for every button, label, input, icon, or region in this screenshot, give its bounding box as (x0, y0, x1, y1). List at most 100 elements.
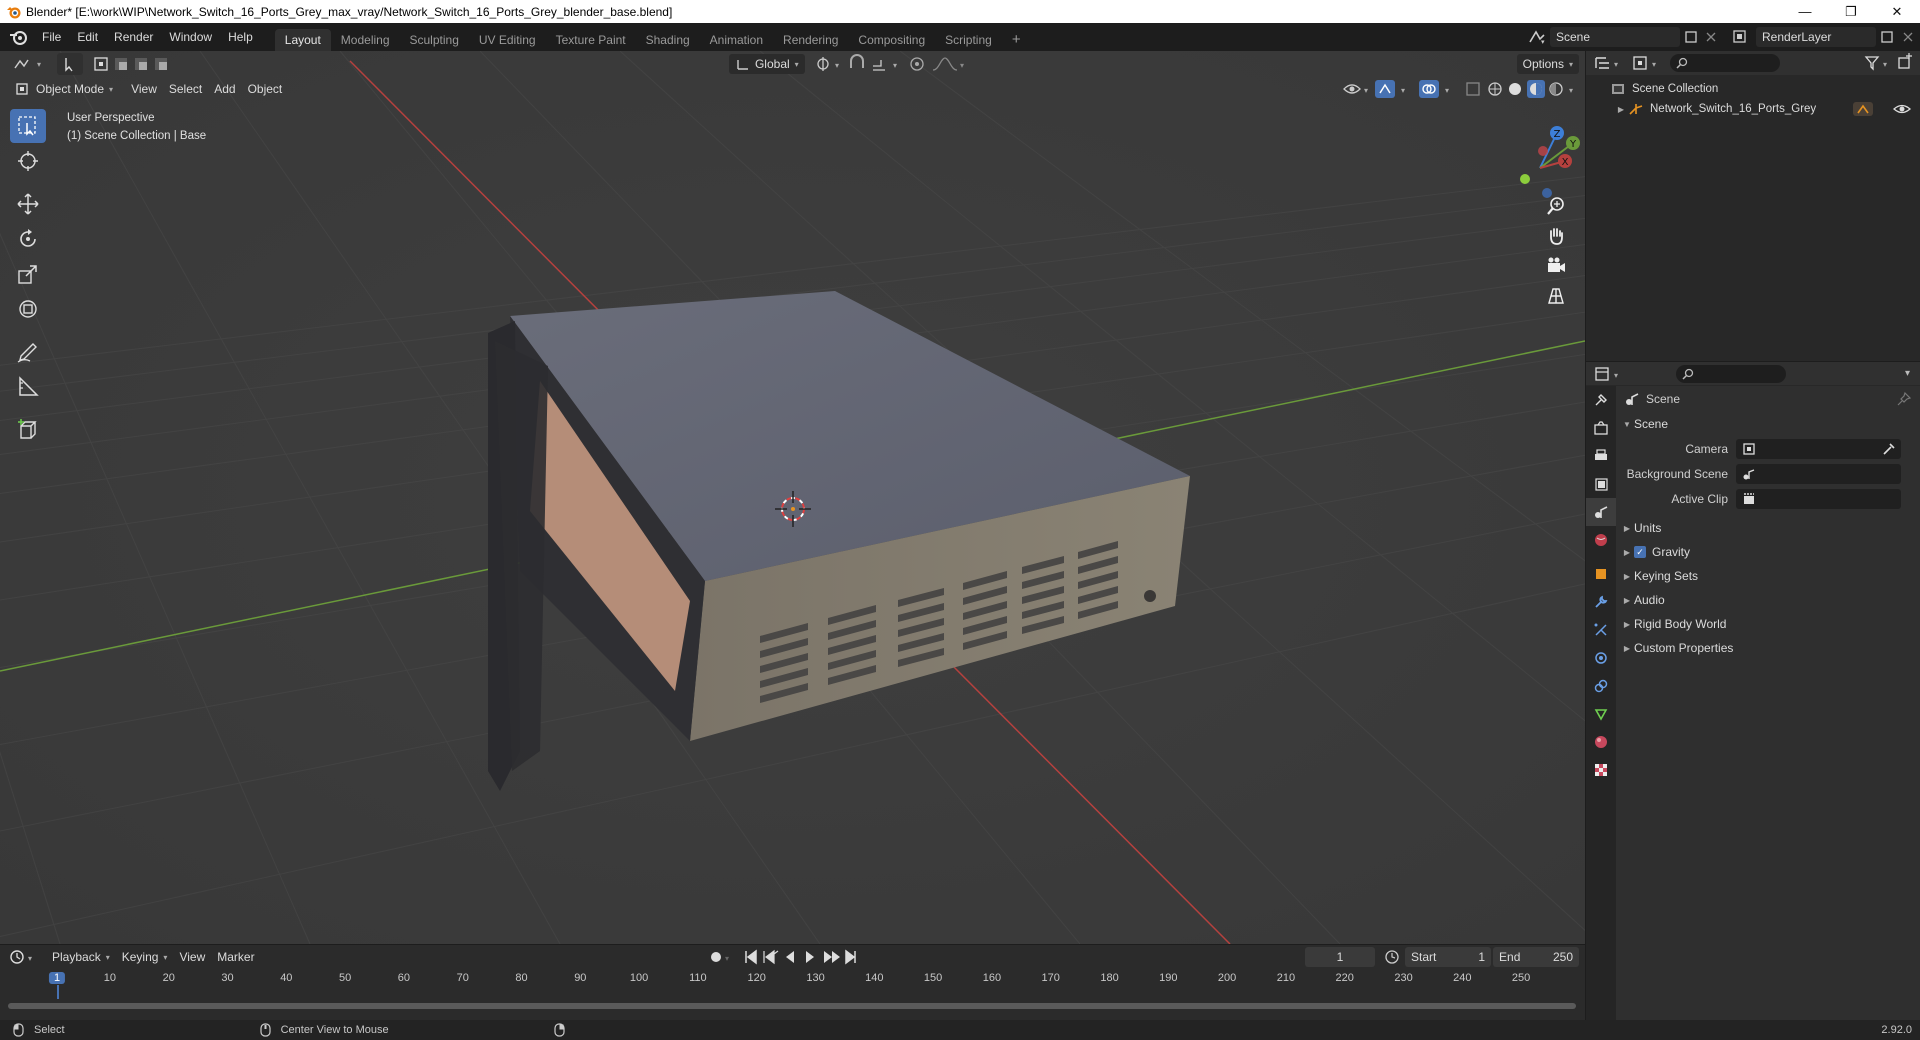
camera-view-button[interactable] (1541, 251, 1571, 281)
scene-panel-header[interactable]: ▼ Scene (1616, 412, 1920, 436)
rigid-body-world-panel[interactable]: ▶ Rigid Body World (1620, 612, 1920, 636)
shading-modes-icon[interactable]: ▾ (1485, 79, 1585, 99)
overlays-toggle-icon[interactable]: ▾ (1417, 79, 1461, 99)
gravity-checkbox[interactable]: ✓ (1634, 546, 1646, 558)
filter-icon[interactable]: ▾ (1862, 53, 1894, 73)
outliner-editor-icon[interactable]: ▾ (1592, 53, 1626, 73)
tab-scene[interactable] (1586, 498, 1616, 526)
add-cube-tool[interactable] (10, 413, 46, 447)
tab-layout[interactable]: Layout (274, 29, 331, 51)
viewport-scene[interactable] (0, 51, 1585, 944)
select-tool-mode-icon[interactable] (57, 53, 84, 75)
tab-particles[interactable] (1586, 616, 1616, 644)
active-clip-field[interactable] (1736, 489, 1901, 509)
transform-tool[interactable] (10, 292, 46, 326)
select-box-tool[interactable] (10, 109, 46, 143)
tab-compositing[interactable]: Compositing (848, 29, 935, 51)
tab-object[interactable] (1586, 560, 1616, 588)
pin-icon[interactable] (1896, 391, 1912, 407)
tab-data[interactable] (1586, 700, 1616, 728)
navigation-gizmo[interactable]: Z Y X (1495, 113, 1585, 203)
scene-collection-row[interactable]: Scene Collection (1586, 79, 1920, 99)
falloff-icon[interactable]: ▾ (929, 54, 969, 74)
transform-orientation-dropdown[interactable]: Global ▾ (728, 54, 805, 74)
menu-help[interactable]: Help (220, 26, 261, 48)
delete-scene-icon[interactable] (1702, 27, 1720, 47)
record-icon[interactable]: ▾ (706, 947, 734, 967)
tab-output[interactable] (1586, 442, 1616, 470)
tab-sculpting[interactable]: Sculpting (400, 29, 469, 51)
menu-window[interactable]: Window (161, 26, 220, 48)
gravity-panel[interactable]: ▶ ✓ Gravity (1620, 540, 1920, 564)
tab-constraints[interactable] (1586, 672, 1616, 700)
timeline-editor-icon[interactable]: ▾ (6, 947, 40, 967)
frame-ruler[interactable]: 1 10 20 30 40 50 60 70 80 90 100 110 120 130 140 150 160… (0, 969, 1585, 999)
tab-animation[interactable]: Animation (700, 29, 773, 51)
scale-tool[interactable] (10, 257, 46, 291)
tab-render[interactable] (1586, 414, 1616, 442)
rotate-tool[interactable] (10, 222, 46, 256)
snap-target-icon[interactable]: ▾ (869, 54, 905, 74)
menu-view[interactable]: View (125, 79, 163, 99)
annotate-tool[interactable] (10, 335, 46, 369)
menu-edit[interactable]: Edit (69, 26, 106, 48)
new-collection-icon[interactable] (1894, 53, 1916, 73)
background-scene-field[interactable] (1736, 464, 1901, 484)
gizmo-toggle-icon[interactable]: ▾ (1373, 79, 1417, 99)
object-mode-dropdown[interactable]: Object Mode ▾ (8, 79, 119, 99)
display-mode-icon[interactable]: ▾ (1630, 53, 1664, 73)
blender-menu-icon[interactable] (4, 26, 34, 48)
add-workspace-button[interactable]: + (1002, 29, 1031, 51)
tab-uv-editing[interactable]: UV Editing (469, 29, 546, 51)
measure-tool[interactable] (10, 370, 46, 404)
cursor-tool[interactable] (10, 144, 46, 178)
minimize-button[interactable]: — (1782, 0, 1828, 23)
tab-texture-paint[interactable]: Texture Paint (546, 29, 636, 51)
tab-modeling[interactable]: Modeling (331, 29, 400, 51)
selection-modes-icon[interactable] (91, 53, 181, 75)
move-tool[interactable] (10, 187, 46, 221)
options-dropdown[interactable]: Options ▾ (1516, 54, 1579, 74)
timeline-body[interactable]: 1 10 20 30 40 50 60 70 80 90 100 110 120 130 140 150 160… (0, 969, 1585, 1020)
tab-tool[interactable] (1586, 386, 1616, 414)
tab-shading[interactable]: Shading (636, 29, 700, 51)
children-badge-icon[interactable] (1852, 101, 1874, 117)
start-frame-field[interactable]: Start 1 (1405, 947, 1492, 967)
restore-button[interactable]: ❐ (1828, 0, 1874, 23)
playback-controls[interactable] (740, 947, 860, 967)
pivot-point-icon[interactable]: ▾ (811, 54, 845, 74)
tab-modifiers[interactable] (1586, 588, 1616, 616)
3d-viewport[interactable]: ▾ Global ▾ ▾ ▾ ▾ Options ▾ Object Mode ▾ Vi… (0, 51, 1585, 944)
tab-world[interactable] (1586, 526, 1616, 554)
editor-type-button[interactable]: ▾ (6, 54, 47, 74)
render-layer-icon[interactable] (1728, 27, 1756, 47)
menu-render[interactable]: Render (106, 26, 161, 48)
current-frame-field[interactable]: 1 (1305, 947, 1376, 967)
tab-rendering[interactable]: Rendering (773, 29, 848, 51)
new-scene-icon[interactable] (1680, 27, 1702, 47)
units-panel[interactable]: ▶ Units (1620, 516, 1920, 540)
properties-editor-icon[interactable]: ▾ (1592, 364, 1626, 384)
tab-material[interactable] (1586, 728, 1616, 756)
tab-texture[interactable] (1586, 756, 1616, 784)
playback-menu[interactable]: Playback ▾ (46, 947, 116, 967)
keying-sets-panel[interactable]: ▶ Keying Sets (1620, 564, 1920, 588)
menu-select[interactable]: Select (163, 79, 208, 99)
visibility-icon[interactable]: ▾ (1341, 79, 1373, 99)
timeline-scrollbar[interactable] (8, 1003, 1576, 1009)
menu-add[interactable]: Add (208, 79, 241, 99)
outliner-search-input[interactable] (1670, 54, 1780, 72)
scene-icon[interactable]: ▾ (1526, 27, 1550, 47)
timeline-view-menu[interactable]: View (173, 947, 211, 967)
custom-properties-panel[interactable]: ▶ Custom Properties (1620, 636, 1920, 660)
xray-toggle-icon[interactable] (1461, 79, 1485, 99)
eye-icon[interactable] (1892, 102, 1912, 116)
delete-layer-icon[interactable] (1898, 27, 1920, 47)
menu-file[interactable]: File (34, 26, 69, 48)
new-layer-icon[interactable] (1876, 27, 1898, 47)
pan-button[interactable] (1541, 221, 1571, 251)
end-frame-field[interactable]: End 250 (1493, 947, 1580, 967)
menu-object[interactable]: Object (242, 79, 289, 99)
audio-panel[interactable]: ▶ Audio (1620, 588, 1920, 612)
chevron-down-icon[interactable]: ▾ (1905, 368, 1910, 379)
